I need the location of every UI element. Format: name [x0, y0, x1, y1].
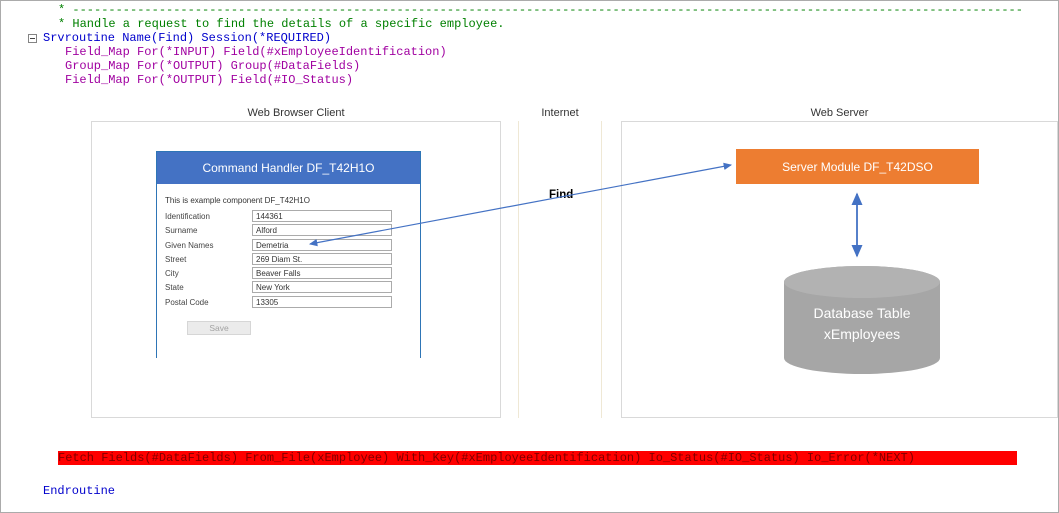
collapse-minus-icon[interactable] — [28, 34, 37, 43]
database-table-label-line1: Database Table — [813, 305, 911, 321]
code-fetch-breakpoint[interactable]: Fetch Fields(#DataFields) From_File(xEmp… — [58, 451, 1017, 465]
form-row: Identification 144361 — [165, 210, 415, 222]
form-row: State New York — [165, 281, 415, 293]
form-input-given-names: Demetria — [252, 239, 392, 251]
code-endroutine[interactable]: Endroutine — [43, 484, 115, 498]
find-label: Find — [549, 189, 574, 201]
internet-right-divider — [601, 121, 602, 418]
form-input-city: Beaver Falls — [252, 267, 392, 279]
code-srvroutine[interactable]: Srvroutine Name(Find) Session(*REQUIRED) — [43, 31, 331, 45]
code-field-map-input[interactable]: Field_Map For(*INPUT) Field(#xEmployeeId… — [65, 45, 447, 59]
database-table-label: Database Table xEmployees — [783, 303, 941, 345]
form-label-state: State — [165, 283, 184, 292]
form-input-street: 269 Diam St. — [252, 253, 392, 265]
internet-label: Internet — [541, 107, 579, 119]
form-label-surname: Surname — [165, 226, 198, 235]
form-label-postal-code: Postal Code — [165, 298, 209, 307]
code-field-map-output[interactable]: Field_Map For(*OUTPUT) Field(#IO_Status) — [65, 73, 353, 87]
form-input-postal-code: 13305 — [252, 296, 392, 308]
form-label-city: City — [165, 269, 179, 278]
code-comment-divider[interactable]: * --------------------------------------… — [58, 3, 1023, 17]
form-input-surname: Alford — [252, 224, 392, 236]
command-handler-body: This is example component DF_T42H1O Iden… — [157, 184, 420, 359]
command-handler-form: Command Handler DF_T42H1O This is exampl… — [156, 151, 421, 359]
code-comment[interactable]: * Handle a request to find the details o… — [58, 17, 504, 31]
web-server-label: Web Server — [810, 107, 869, 119]
command-handler-title: Command Handler DF_T42H1O — [157, 152, 420, 184]
form-label-given-names: Given Names — [165, 241, 214, 250]
save-button: Save — [187, 321, 251, 335]
form-row: Surname Alford — [165, 224, 415, 236]
form-label-identification: Identification — [165, 212, 210, 221]
form-description: This is example component DF_T42H1O — [165, 196, 310, 205]
server-module-box: Server Module DF_T42DSO — [736, 149, 979, 184]
form-row: Street 269 Diam St. — [165, 253, 415, 265]
form-input-state: New York — [252, 281, 392, 293]
lansa-editor-view: * --------------------------------------… — [0, 0, 1059, 513]
form-input-identification: 144361 — [252, 210, 392, 222]
internet-left-divider — [518, 121, 519, 418]
form-row: City Beaver Falls — [165, 267, 415, 279]
form-row: Given Names Demetria — [165, 239, 415, 251]
form-label-street: Street — [165, 255, 187, 264]
database-table-label-line2: xEmployees — [823, 326, 901, 342]
form-row: Postal Code 13305 — [165, 296, 415, 308]
code-group-map-output[interactable]: Group_Map For(*OUTPUT) Group(#DataFields… — [65, 59, 360, 73]
web-browser-client-label: Web Browser Client — [247, 107, 345, 119]
